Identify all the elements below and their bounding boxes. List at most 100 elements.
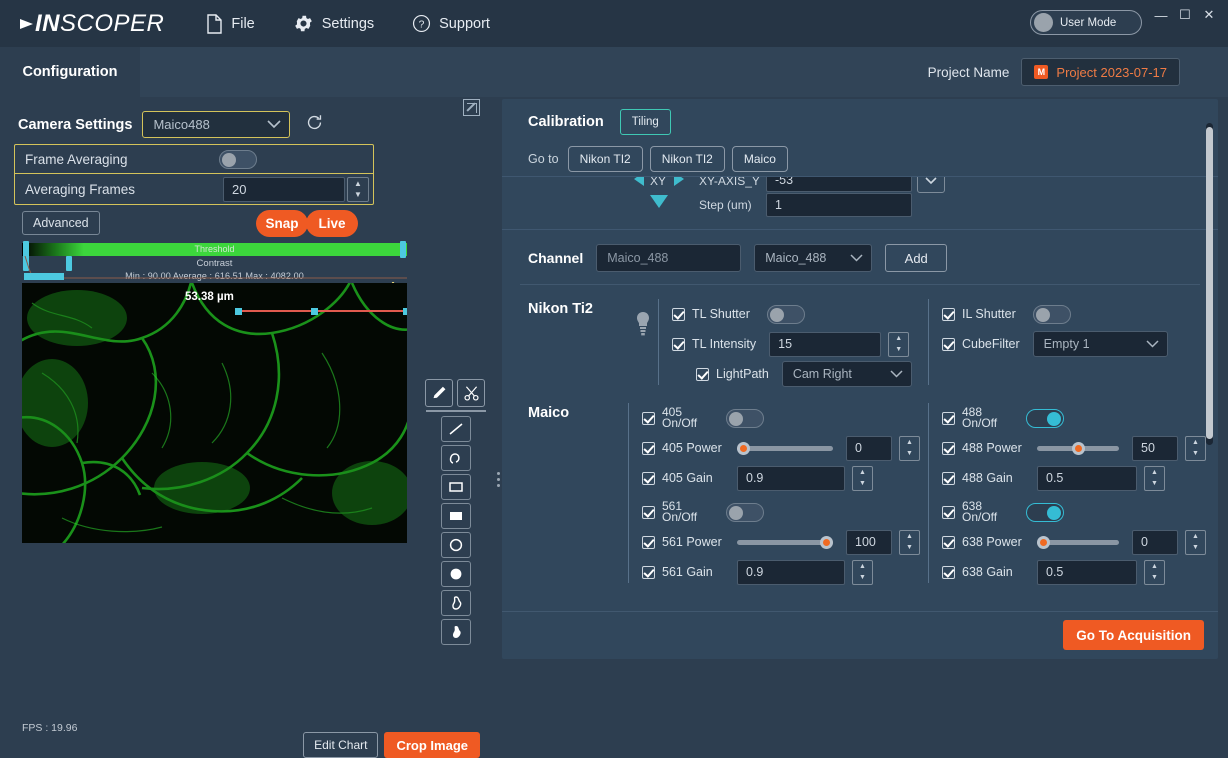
laser-561-gain-stepper[interactable]: ▲▼	[852, 560, 873, 585]
image-preview[interactable]: 53.38 µm	[22, 283, 407, 543]
cubefilter-checkbox[interactable]	[942, 338, 955, 351]
menu-item-settings[interactable]: Settings	[293, 13, 374, 34]
laser-638-toggle[interactable]	[1026, 503, 1064, 522]
laser-488-power-slider[interactable]	[1037, 446, 1119, 451]
ellipse-outline-icon[interactable]	[441, 532, 471, 558]
polygon-outline-icon[interactable]	[441, 590, 471, 616]
panel-resize-handle[interactable]	[497, 472, 500, 487]
stepper-up-icon[interactable]: ▲	[1145, 467, 1164, 479]
laser-638-gain-stepper[interactable]: ▲▼	[1144, 560, 1165, 585]
rectangle-outline-icon[interactable]	[441, 474, 471, 500]
measurement-node-mid[interactable]	[311, 308, 318, 315]
contrast-slider[interactable]: Contrast	[22, 256, 407, 270]
laser-405-gain-input[interactable]: 0.9	[737, 466, 845, 491]
minimize-icon[interactable]: —	[1150, 4, 1172, 26]
tl-shutter-checkbox[interactable]	[672, 308, 685, 321]
xy-axis-input[interactable]: -53	[766, 176, 912, 192]
edit-chart-button[interactable]: Edit Chart	[303, 732, 378, 758]
xy-arrow-left-icon[interactable]	[634, 176, 644, 186]
laser-561-power-input[interactable]: 100	[846, 530, 892, 555]
goto-button-nikon-2[interactable]: Nikon TI2	[650, 146, 725, 172]
averaging-frames-input[interactable]: 20	[223, 177, 345, 202]
il-shutter-checkbox[interactable]	[942, 308, 955, 321]
slider-knob[interactable]	[820, 536, 833, 549]
tl-intensity-checkbox[interactable]	[672, 338, 685, 351]
laser-638-onoff-checkbox[interactable]	[942, 506, 955, 519]
stepper-up-icon[interactable]: ▲	[853, 467, 872, 479]
goto-button-nikon-1[interactable]: Nikon TI2	[568, 146, 643, 172]
slider-knob[interactable]	[737, 442, 750, 455]
stepper-down-icon[interactable]: ▼	[853, 478, 872, 490]
stepper-down-icon[interactable]: ▼	[900, 542, 919, 554]
stepper-up-icon[interactable]: ▲	[1186, 531, 1205, 543]
goto-button-maico[interactable]: Maico	[732, 146, 788, 172]
tiling-button[interactable]: Tiling	[620, 109, 671, 135]
laser-561-toggle[interactable]	[726, 503, 764, 522]
measurement-node-start[interactable]	[235, 308, 242, 315]
stepper-down-icon[interactable]: ▼	[348, 189, 368, 201]
laser-638-power-slider[interactable]	[1037, 540, 1119, 545]
laser-561-onoff-checkbox[interactable]	[642, 506, 655, 519]
laser-561-power-stepper[interactable]: ▲▼	[899, 530, 920, 555]
stepper-down-icon[interactable]: ▼	[1145, 572, 1164, 584]
laser-488-onoff-checkbox[interactable]	[942, 412, 955, 425]
stepper-down-icon[interactable]: ▼	[900, 448, 919, 460]
threshold-slider[interactable]: Threshold	[22, 243, 407, 256]
il-shutter-toggle[interactable]	[1033, 305, 1071, 324]
live-button[interactable]: Live	[306, 210, 358, 237]
ellipse-filled-icon[interactable]	[441, 561, 471, 587]
slider-knob[interactable]	[1037, 536, 1050, 549]
laser-488-gain-checkbox[interactable]	[942, 472, 955, 485]
measurement-node-end[interactable]	[403, 308, 407, 315]
laser-561-gain-input[interactable]: 0.9	[737, 560, 845, 585]
lightpath-checkbox[interactable]	[696, 368, 709, 381]
laser-488-power-checkbox[interactable]	[942, 442, 955, 455]
laser-405-power-slider[interactable]	[737, 446, 833, 451]
expand-icon[interactable]	[463, 99, 480, 116]
tl-intensity-input[interactable]: 15	[769, 332, 881, 357]
advanced-button[interactable]: Advanced	[22, 211, 100, 235]
tl-shutter-toggle[interactable]	[767, 305, 805, 324]
crop-image-button[interactable]: Crop Image	[384, 732, 480, 758]
maximize-icon[interactable]: ☐	[1174, 4, 1196, 26]
stepper-up-icon[interactable]: ▲	[853, 561, 872, 573]
laser-488-gain-input[interactable]: 0.5	[1037, 466, 1137, 491]
camera-device-select[interactable]: Maico488	[142, 111, 290, 138]
laser-561-power-slider[interactable]	[737, 540, 833, 545]
laser-638-power-stepper[interactable]: ▲▼	[1185, 530, 1206, 555]
snap-button[interactable]: Snap	[256, 210, 308, 237]
stepper-up-icon[interactable]: ▲	[1186, 437, 1205, 449]
tl-intensity-stepper[interactable]: ▲ ▼	[888, 332, 909, 357]
lightpath-select[interactable]: Cam Right	[782, 361, 912, 387]
freehand-icon[interactable]	[441, 445, 471, 471]
rectangle-filled-icon[interactable]	[441, 503, 471, 529]
laser-405-power-stepper[interactable]: ▲▼	[899, 436, 920, 461]
xy-arrow-down-icon[interactable]	[650, 195, 668, 208]
channel-add-button[interactable]: Add	[885, 244, 947, 272]
cubefilter-select[interactable]: Empty 1	[1033, 331, 1168, 357]
xy-axis-dropdown[interactable]	[917, 176, 945, 193]
stepper-up-icon[interactable]: ▲	[348, 178, 368, 190]
settings-scrollbar-thumb[interactable]	[1206, 127, 1213, 439]
laser-561-gain-checkbox[interactable]	[642, 566, 655, 579]
laser-405-toggle[interactable]	[726, 409, 764, 428]
close-icon[interactable]: ✕	[1198, 4, 1220, 26]
laser-405-gain-checkbox[interactable]	[642, 472, 655, 485]
laser-488-toggle[interactable]	[1026, 409, 1064, 428]
frame-averaging-toggle[interactable]	[219, 150, 257, 169]
tab-configuration[interactable]: Configuration	[0, 47, 140, 97]
stepper-up-icon[interactable]: ▲	[1145, 561, 1164, 573]
laser-638-gain-checkbox[interactable]	[942, 566, 955, 579]
laser-405-gain-stepper[interactable]: ▲▼	[852, 466, 873, 491]
laser-488-power-input[interactable]: 50	[1132, 436, 1178, 461]
laser-561-power-checkbox[interactable]	[642, 536, 655, 549]
go-to-acquisition-button[interactable]: Go To Acquisition	[1063, 620, 1204, 650]
refresh-icon[interactable]	[306, 114, 323, 136]
stepper-up-icon[interactable]: ▲	[889, 333, 908, 345]
laser-638-power-checkbox[interactable]	[942, 536, 955, 549]
stepper-down-icon[interactable]: ▼	[1186, 448, 1205, 460]
laser-638-gain-input[interactable]: 0.5	[1037, 560, 1137, 585]
menu-item-file[interactable]: File	[206, 14, 254, 34]
stepper-down-icon[interactable]: ▼	[1145, 478, 1164, 490]
averaging-frames-stepper[interactable]: ▲ ▼	[347, 177, 369, 202]
